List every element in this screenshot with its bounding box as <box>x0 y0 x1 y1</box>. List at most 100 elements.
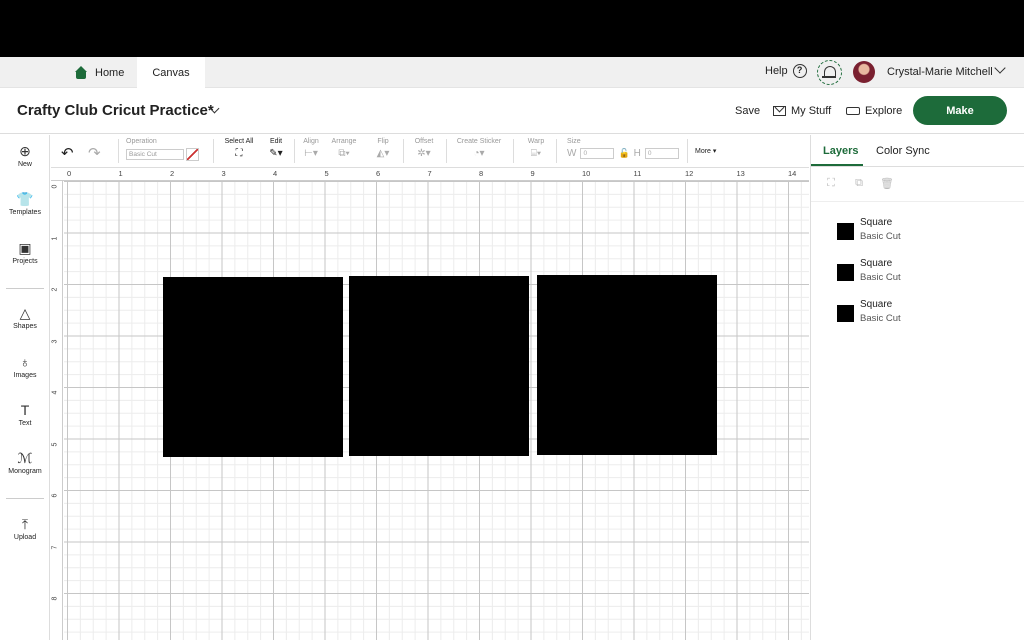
redo-icon[interactable]: ↷ <box>88 144 101 162</box>
layer-item[interactable]: Square Basic Cut <box>837 298 1007 328</box>
make-button[interactable]: Make <box>913 96 1007 125</box>
templates-label: Templates <box>9 209 41 216</box>
ruler-tick-label: 7 <box>51 545 59 549</box>
home-icon <box>74 66 88 79</box>
layer-item[interactable]: Square Basic Cut <box>837 216 1007 246</box>
group-icon[interactable]: ⛶ <box>824 177 838 191</box>
select-all-button[interactable]: Select All ⛶ <box>223 138 255 159</box>
tab-canvas-label: Canvas <box>152 67 190 79</box>
user-name[interactable]: Crystal-Marie Mitchell <box>887 66 993 78</box>
avatar[interactable] <box>853 61 875 83</box>
undo-icon[interactable]: ↶ <box>61 144 74 162</box>
envelope-icon <box>773 106 786 116</box>
operation-select[interactable]: Basic Cut <box>126 149 184 160</box>
divider <box>118 139 119 163</box>
upload-button[interactable]: ⤒ Upload <box>0 516 50 541</box>
width-input[interactable]: 0 <box>580 148 615 159</box>
projects-icon: ▣ <box>18 240 32 256</box>
ruler-tick-label: 6 <box>376 169 381 178</box>
ruler-tick-label: 0 <box>67 169 72 178</box>
ruler-tick-label: 2 <box>170 169 175 178</box>
tab-canvas[interactable]: Canvas <box>137 57 205 89</box>
machine-icon <box>846 107 860 115</box>
project-title[interactable]: Crafty Club Cricut Practice* <box>17 102 214 119</box>
ruler-tick-label: 5 <box>324 169 329 178</box>
divider <box>513 139 514 163</box>
create-sticker-button[interactable]: Create Sticker ◔▾ <box>454 138 504 159</box>
arrange-button[interactable]: Arrange ⧉▾ <box>330 138 358 159</box>
square-shape[interactable] <box>163 277 343 457</box>
text-label: Text <box>18 420 32 427</box>
save-button[interactable]: Save <box>735 105 760 117</box>
ruler-tick-label: 9 <box>530 169 535 178</box>
tab-layers[interactable]: Layers <box>823 145 858 157</box>
divider <box>6 288 44 289</box>
layer-item[interactable]: Square Basic Cut <box>837 257 1007 287</box>
divider <box>811 201 1024 202</box>
divider <box>687 139 688 163</box>
divider <box>403 139 404 163</box>
text-button[interactable]: T Text <box>0 402 50 427</box>
top-tab-bar: Home Canvas Help ? Crystal-Marie Mitchel… <box>0 57 1024 89</box>
warp-label: Warp <box>527 138 545 145</box>
templates-button[interactable]: 👕 Templates <box>0 191 50 216</box>
square-shape[interactable] <box>537 275 717 455</box>
trash-icon[interactable]: 🗑 <box>880 177 894 191</box>
offset-button[interactable]: Offset ✲▾ <box>411 138 437 159</box>
chevron-down-icon[interactable] <box>994 62 1006 74</box>
explore-button[interactable]: Explore <box>846 105 902 117</box>
edit-button[interactable]: Edit ✎▾ <box>265 138 287 159</box>
align-label: Align <box>303 138 319 145</box>
divider <box>811 166 1024 167</box>
ruler-tick-label: 3 <box>221 169 226 178</box>
ruler-tick-label: 1 <box>118 169 123 178</box>
pencil-icon: ✎▾ <box>269 148 283 159</box>
height-input[interactable]: 0 <box>644 148 679 159</box>
tab-home[interactable]: Home <box>74 57 124 88</box>
select-all-label: Select All <box>224 138 254 145</box>
layer-operation: Basic Cut <box>860 231 901 242</box>
align-button[interactable]: Align ⊢▾ <box>301 138 321 159</box>
ruler-tick-label: 6 <box>51 493 59 498</box>
offset-icon: ✲▾ <box>417 148 431 159</box>
project-header: Crafty Club Cricut Practice* Save My Stu… <box>0 88 1024 134</box>
select-all-icon: ⛶ <box>235 148 243 159</box>
color-swatch[interactable] <box>186 148 199 161</box>
layer-swatch <box>837 264 854 281</box>
warp-button[interactable]: Warp ⌸▾ <box>524 138 548 159</box>
my-stuff-label: My Stuff <box>791 105 832 117</box>
upload-icon: ⤒ <box>21 516 29 532</box>
shapes-button[interactable]: △ Shapes <box>0 305 50 330</box>
ruler-tick-label: 14 <box>788 169 797 178</box>
images-button[interactable]: ♁ Images <box>0 354 50 379</box>
sticker-icon: ◔▾ <box>473 148 485 159</box>
shapes-icon: △ <box>19 305 31 321</box>
duplicate-icon[interactable]: ⧉ <box>852 177 866 191</box>
ruler-tick-label: 10 <box>582 169 591 178</box>
design-canvas[interactable] <box>64 181 809 640</box>
flip-button[interactable]: Flip ◭▾ <box>373 138 393 159</box>
edit-toolbar: ↶ ↷ Operation Basic Cut Select All ⛶ Edi… <box>51 135 809 168</box>
new-button[interactable]: ⊕ New <box>0 143 50 168</box>
ruler-tick-label: 0 <box>51 184 59 189</box>
tab-color-sync[interactable]: Color Sync <box>876 145 930 157</box>
left-toolbar: ⊕ New 👕 Templates ▣ Projects △ Shapes ♁ … <box>0 135 50 640</box>
more-label: More <box>695 148 711 155</box>
monogram-button[interactable]: ℳ Monogram <box>0 450 50 475</box>
text-icon: T <box>20 402 30 418</box>
layer-operation: Basic Cut <box>860 272 901 283</box>
upload-label: Upload <box>13 534 37 541</box>
my-stuff-button[interactable]: My Stuff <box>773 105 831 117</box>
tshirt-icon: 👕 <box>16 191 34 207</box>
notification-bell-icon[interactable] <box>817 60 842 85</box>
help-button[interactable]: Help ? <box>765 64 807 78</box>
projects-button[interactable]: ▣ Projects <box>0 240 50 265</box>
more-button[interactable]: More ▾ <box>695 147 716 155</box>
flip-label: Flip <box>377 138 389 145</box>
ruler-tick-label: 11 <box>633 169 642 178</box>
square-shape[interactable] <box>349 276 529 456</box>
ruler-tick-label: 13 <box>736 169 745 178</box>
lock-icon[interactable]: 🔓 <box>618 148 629 159</box>
divider <box>446 139 447 163</box>
monogram-icon: ℳ <box>17 450 33 466</box>
